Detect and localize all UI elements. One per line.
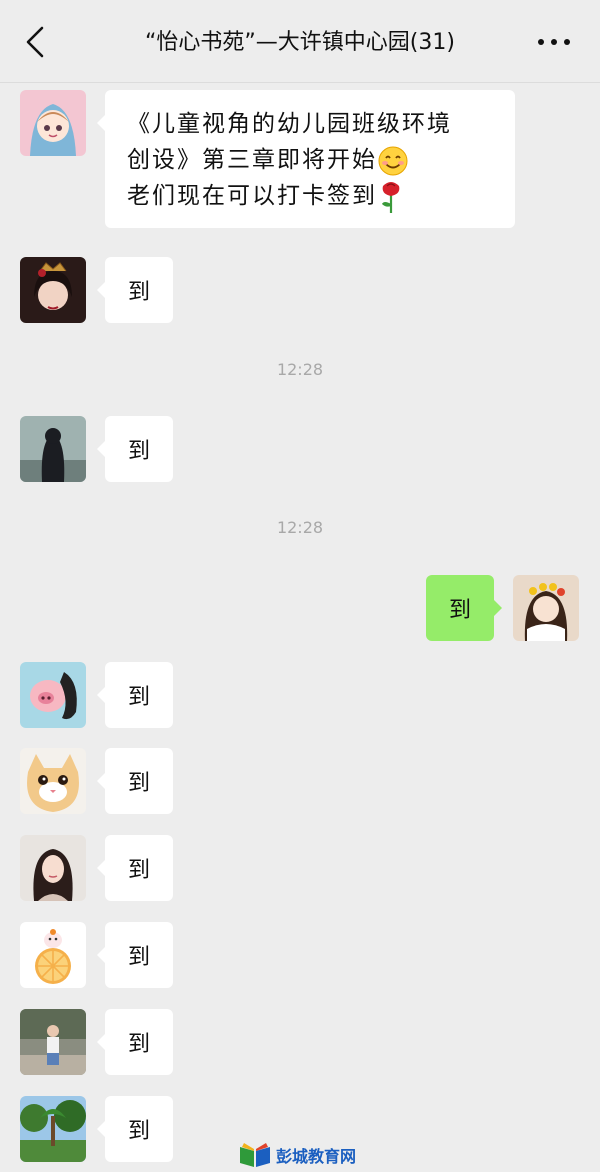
my-avatar[interactable] bbox=[513, 575, 579, 641]
avatar[interactable] bbox=[20, 662, 86, 728]
message-line: 老们现在可以打卡签到 bbox=[127, 183, 377, 209]
message-timestamp: 12:28 bbox=[276, 360, 324, 379]
message-bubble[interactable]: 到 bbox=[97, 835, 173, 901]
my-message-bubble[interactable]: 到 bbox=[426, 575, 502, 641]
message-timestamp: 12:28 bbox=[276, 518, 324, 537]
rose-emoji bbox=[382, 181, 400, 213]
avatar[interactable] bbox=[20, 257, 86, 323]
smile-emoji bbox=[378, 146, 408, 175]
book-logo-icon bbox=[240, 1143, 270, 1167]
watermark-text: 彭城教育网 bbox=[276, 1147, 357, 1166]
chat-title: “怡心书苑”—大许镇中心园(31) bbox=[145, 30, 455, 55]
message-line-with-emoji: 创设》第三章即将开始 bbox=[127, 142, 493, 178]
avatar[interactable] bbox=[20, 835, 86, 901]
avatar[interactable] bbox=[20, 922, 86, 988]
avatar[interactable] bbox=[20, 1096, 86, 1162]
avatar[interactable] bbox=[20, 748, 86, 814]
message-bubble[interactable]: 《儿童视角的幼儿园班级环境 创设》第三章即将开始 老们现在可以打卡签到 bbox=[97, 90, 515, 228]
message-line: 创设》第三章即将开始 bbox=[127, 147, 377, 173]
more-button[interactable] bbox=[534, 28, 574, 56]
message-bubble[interactable]: 到 bbox=[97, 748, 173, 814]
back-button[interactable] bbox=[18, 22, 58, 62]
message-bubble[interactable]: 到 bbox=[97, 257, 173, 323]
avatar[interactable] bbox=[20, 416, 86, 482]
more-dots-icon bbox=[538, 39, 570, 45]
avatar[interactable] bbox=[20, 90, 86, 156]
message-bubble[interactable]: 到 bbox=[97, 1009, 173, 1075]
message-bubble[interactable]: 到 bbox=[97, 1096, 173, 1162]
watermark: 彭城教育网 bbox=[238, 1140, 356, 1170]
message-bubble[interactable]: 到 bbox=[97, 416, 173, 482]
avatar[interactable] bbox=[20, 1009, 86, 1075]
message-line: 《儿童视角的幼儿园班级环境 bbox=[127, 111, 452, 137]
chat-header: “怡心书苑”—大许镇中心园(31) bbox=[0, 0, 600, 83]
chevron-left-icon bbox=[26, 26, 44, 58]
message-bubble[interactable]: 到 bbox=[97, 922, 173, 988]
message-bubble[interactable]: 到 bbox=[97, 662, 173, 728]
message-line-with-emoji: 老们现在可以打卡签到 bbox=[127, 178, 493, 214]
